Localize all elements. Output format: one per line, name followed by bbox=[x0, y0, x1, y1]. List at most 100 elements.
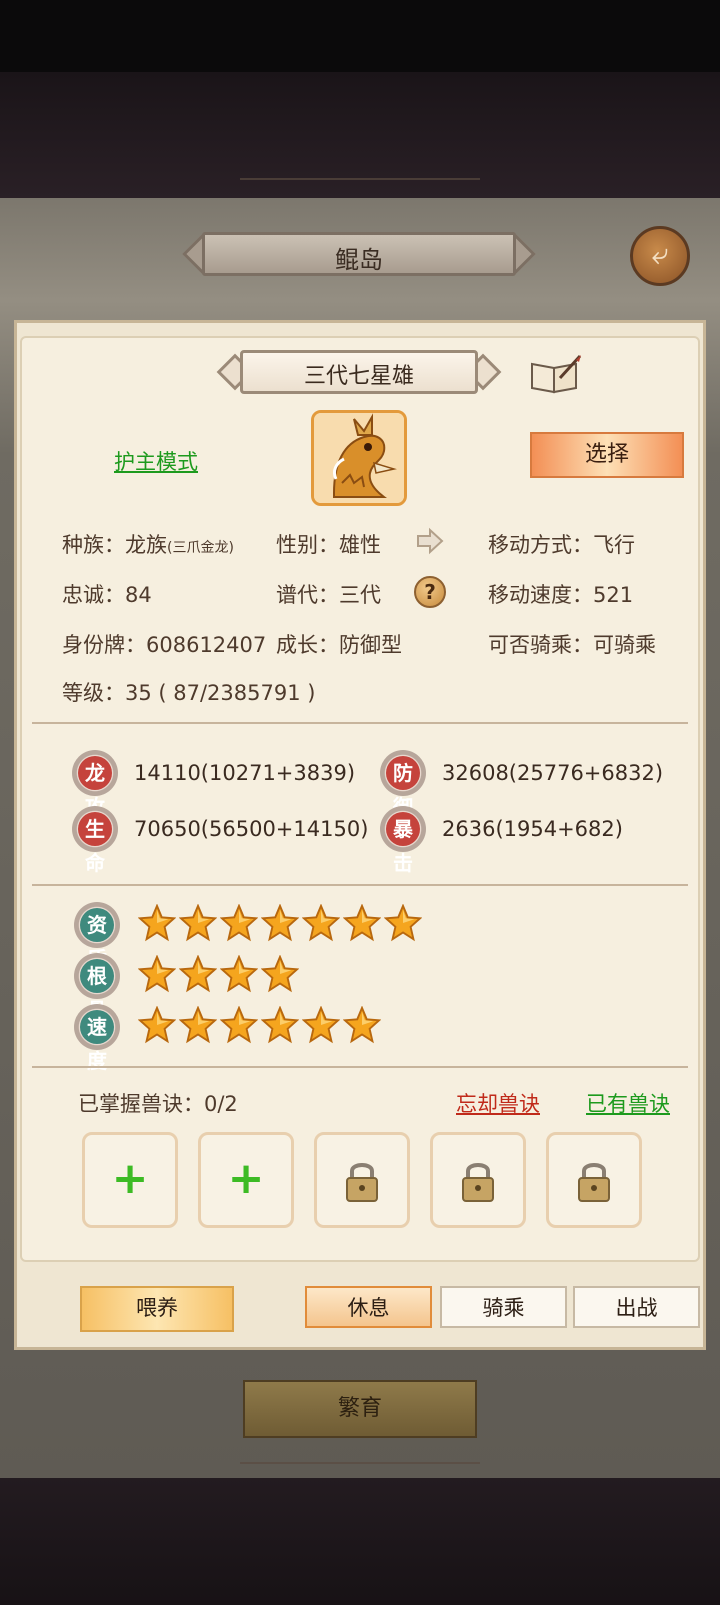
page-title: 鲲岛 bbox=[335, 246, 383, 274]
gender-value: 雄性 bbox=[339, 533, 381, 557]
rideable-field: 可否骑乘：可骑乘 bbox=[488, 629, 656, 659]
pet-name: 三代七星雄 bbox=[303, 364, 414, 389]
move-speed-value: 521 bbox=[593, 583, 634, 607]
divider bbox=[32, 1066, 688, 1068]
skill-slot-add[interactable]: + bbox=[198, 1132, 294, 1228]
rating-stars-speed bbox=[137, 1005, 384, 1046]
question-icon[interactable]: ? bbox=[414, 576, 446, 608]
id-label: 身份牌： bbox=[62, 633, 146, 657]
stat-value-hp: 70650(56500+14150) bbox=[134, 817, 369, 841]
gender-label: 性别： bbox=[276, 533, 339, 557]
growth-field: 成长：防御型 bbox=[276, 629, 402, 659]
star-icon bbox=[260, 1005, 300, 1044]
id-value: 608612407 bbox=[146, 633, 267, 657]
select-button[interactable]: 选择 bbox=[530, 432, 684, 478]
tab-ride[interactable]: 骑乘 bbox=[440, 1286, 567, 1328]
guard-mode-link[interactable]: 护主模式 bbox=[114, 446, 198, 476]
move-speed-field: 移动速度：521 bbox=[488, 579, 633, 609]
star-icon bbox=[178, 954, 218, 993]
owned-skill-link[interactable]: 已有兽诀 bbox=[586, 1088, 670, 1118]
plus-icon: + bbox=[227, 1153, 265, 1204]
stat-badge-defense: 防御 bbox=[380, 750, 426, 819]
mastered-skills: 已掌握兽诀：0/2 bbox=[78, 1088, 238, 1118]
generation-value: 三代 bbox=[339, 583, 381, 607]
top-ornament bbox=[240, 178, 480, 180]
stat-value-crit: 2636(1954+682) bbox=[442, 817, 623, 841]
forget-skill-link[interactable]: 忘却兽诀 bbox=[456, 1088, 540, 1118]
feed-button[interactable]: 喂养 bbox=[80, 1286, 234, 1332]
star-icon bbox=[301, 1005, 341, 1044]
move-type-label: 移动方式： bbox=[488, 533, 593, 557]
plus-icon: + bbox=[111, 1153, 149, 1204]
stat-badge-attack: 龙攻 bbox=[72, 750, 118, 819]
skill-slot-locked[interactable] bbox=[314, 1132, 410, 1228]
loyalty-field: 忠诚：84 bbox=[62, 579, 152, 609]
star-icon bbox=[342, 903, 382, 942]
race-label: 种族： bbox=[62, 533, 125, 557]
star-icon bbox=[219, 903, 259, 942]
star-icon bbox=[260, 903, 300, 942]
mastered-label: 已掌握兽诀： bbox=[78, 1092, 204, 1116]
star-icon bbox=[301, 903, 341, 942]
arrow-right-icon[interactable] bbox=[412, 524, 446, 562]
move-speed-label: 移动速度： bbox=[488, 583, 593, 607]
race-value: 龙族 bbox=[125, 533, 167, 557]
level-field: 等级：35 ( 87/2385791 ) bbox=[62, 677, 315, 707]
star-icon bbox=[178, 1005, 218, 1044]
star-icon bbox=[178, 903, 218, 942]
dragon-portrait-icon bbox=[311, 410, 407, 506]
growth-label: 成长： bbox=[276, 633, 339, 657]
lock-icon bbox=[549, 1135, 639, 1207]
race-subtype: (三爪金龙) bbox=[167, 540, 234, 556]
loyalty-label: 忠诚： bbox=[62, 583, 125, 607]
star-icon bbox=[137, 954, 177, 993]
star-icon bbox=[260, 954, 300, 993]
stat-value-defense: 32608(25776+6832) bbox=[442, 761, 664, 785]
back-arrow-icon: ⤶ bbox=[651, 237, 669, 272]
breed-button[interactable]: 繁育 bbox=[243, 1380, 477, 1438]
stat-value-attack: 14110(10271+3839) bbox=[134, 761, 356, 785]
loyalty-value: 84 bbox=[125, 583, 152, 607]
pet-name-banner: 三代七星雄 bbox=[214, 350, 504, 394]
move-type-field: 移动方式：飞行 bbox=[488, 529, 635, 559]
rideable-label: 可否骑乘： bbox=[488, 633, 593, 657]
rating-badge-bone: 根骨 bbox=[74, 953, 120, 1022]
star-icon bbox=[342, 1005, 382, 1044]
skill-slot-locked[interactable] bbox=[546, 1132, 642, 1228]
level-value: 35 ( 87/2385791 ) bbox=[125, 681, 316, 705]
id-field: 身份牌：608612407 bbox=[62, 629, 266, 659]
gender-field: 性别：雄性 bbox=[276, 529, 381, 559]
stat-badge-crit: 暴击 bbox=[380, 806, 426, 875]
move-type-value: 飞行 bbox=[593, 533, 635, 557]
star-icon bbox=[383, 903, 423, 942]
back-button[interactable]: ⤶ bbox=[630, 226, 690, 286]
rating-badge-speed: 速度 bbox=[74, 1004, 120, 1073]
header-banner: 鲲岛 bbox=[180, 232, 538, 276]
rating-stars-bone bbox=[137, 954, 302, 995]
lock-icon bbox=[317, 1135, 407, 1207]
tab-rest[interactable]: 休息 bbox=[305, 1286, 432, 1328]
top-dark-band bbox=[0, 72, 720, 200]
bottom-ornament bbox=[240, 1462, 480, 1464]
growth-value: 防御型 bbox=[339, 633, 402, 657]
generation-field: 谱代：三代 bbox=[276, 579, 381, 609]
race-field: 种族：龙族(三爪金龙) bbox=[62, 529, 234, 559]
tab-battle[interactable]: 出战 bbox=[573, 1286, 700, 1328]
star-icon bbox=[219, 1005, 259, 1044]
rideable-value: 可骑乘 bbox=[593, 633, 656, 657]
rating-badge-aptitude: 资质 bbox=[74, 902, 120, 971]
divider bbox=[32, 722, 688, 724]
skill-slot-add[interactable]: + bbox=[82, 1132, 178, 1228]
divider bbox=[32, 884, 688, 886]
rating-stars-aptitude bbox=[137, 903, 425, 944]
level-label: 等级： bbox=[62, 681, 125, 705]
generation-label: 谱代： bbox=[276, 583, 339, 607]
skill-slot-locked[interactable] bbox=[430, 1132, 526, 1228]
star-icon bbox=[137, 903, 177, 942]
star-icon bbox=[137, 1005, 177, 1044]
star-icon bbox=[219, 954, 259, 993]
bottom-dark-band bbox=[0, 1478, 720, 1605]
mastered-value: 0/2 bbox=[204, 1092, 238, 1116]
lock-icon bbox=[433, 1135, 523, 1207]
book-quill-icon[interactable] bbox=[530, 354, 582, 394]
